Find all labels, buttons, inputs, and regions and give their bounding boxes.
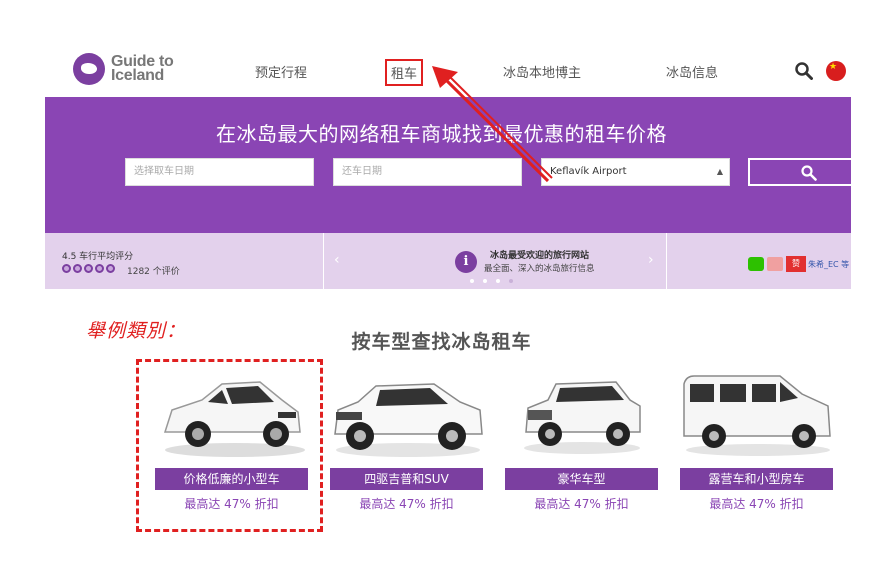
logo-text: Guide to Iceland <box>111 54 174 84</box>
rating-dot-icon <box>106 264 115 273</box>
rating-dot-icon <box>95 264 104 273</box>
hero-title: 在冰岛最大的网络租车商城找到最优惠的租车价格 <box>216 122 667 146</box>
search-icon[interactable] <box>795 62 813 80</box>
pickup-date-input[interactable]: 选择取车日期 <box>125 158 314 186</box>
wechat-icon[interactable] <box>748 257 764 271</box>
info-icon: i <box>455 251 477 273</box>
promo-title: 冰岛最受欢迎的旅行网站 <box>490 251 590 261</box>
category-luxury-button[interactable]: 豪华车型 <box>505 468 658 490</box>
carousel-dot[interactable] <box>470 279 474 283</box>
rating-dot-icon <box>62 264 71 273</box>
rating-stars <box>62 264 115 273</box>
pickup-location-select[interactable]: Keflavík Airport ▲ <box>541 158 730 186</box>
category-discount: 最高达 47% 折扣 <box>184 497 279 511</box>
rating-dot-icon <box>73 264 82 273</box>
rating-title: 4.5 车行平均评分 <box>62 252 134 262</box>
share-icon[interactable] <box>767 257 783 271</box>
nav-iceland-info[interactable]: 冰岛信息 <box>666 62 718 81</box>
like-button[interactable]: 赞 <box>786 256 806 272</box>
category-4x4-suv-button[interactable]: 四驱吉普和SUV <box>330 468 483 490</box>
rating-count: 1282 个评价 <box>127 267 180 277</box>
small-car-image[interactable] <box>150 370 310 460</box>
promo-subtitle: 最全面、深入的冰岛旅行信息 <box>484 264 595 274</box>
category-discount: 最高达 47% 折扣 <box>709 497 804 511</box>
site-logo[interactable]: Guide to Iceland <box>73 53 174 85</box>
category-campervan-button[interactable]: 露营车和小型房车 <box>680 468 833 490</box>
nav-car-rental[interactable]: 租车 <box>385 59 424 86</box>
divider <box>666 233 667 289</box>
nav-local-bloggers[interactable]: 冰岛本地博主 <box>503 62 581 81</box>
carousel-dots[interactable] <box>470 279 513 283</box>
rating-dot-icon <box>84 264 93 273</box>
info-bar <box>45 233 851 289</box>
return-date-input[interactable]: 还车日期 <box>333 158 522 186</box>
category-discount: 最高达 47% 折扣 <box>359 497 454 511</box>
location-value: Keflavík Airport <box>550 166 627 177</box>
luxury-car-image[interactable] <box>520 370 645 460</box>
nav-book-tours[interactable]: 预定行程 <box>255 62 307 81</box>
category-small-car-button[interactable]: 价格低廉的小型车 <box>155 468 308 490</box>
search-icon <box>801 165 817 181</box>
carousel-prev-icon[interactable]: ‹ <box>334 252 340 268</box>
divider <box>323 233 324 289</box>
section-title: 按车型查找冰岛租车 <box>351 331 532 353</box>
van-car-image[interactable] <box>680 370 835 460</box>
carousel-dot[interactable] <box>509 279 513 283</box>
search-button[interactable] <box>748 158 856 186</box>
select-arrows-icon: ▲ <box>716 167 723 176</box>
carousel-dot[interactable] <box>496 279 500 283</box>
social-user-link[interactable]: 朱希_EC 等 <box>808 259 849 270</box>
category-discount: 最高达 47% 折扣 <box>534 497 629 511</box>
carousel-dot[interactable] <box>483 279 487 283</box>
suv-car-image[interactable] <box>330 370 485 460</box>
iceland-logo-icon <box>73 53 105 85</box>
china-flag-icon[interactable] <box>826 61 846 81</box>
carousel-next-icon[interactable]: › <box>648 252 654 268</box>
logo-line-2: Iceland <box>111 67 165 84</box>
